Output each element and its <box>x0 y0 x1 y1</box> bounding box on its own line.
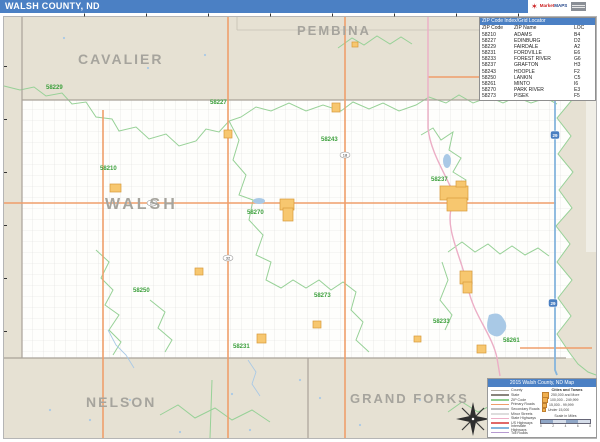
legend-city-item: Under 15,000 <box>540 407 594 412</box>
logo-burst-icon: ✶ <box>531 3 538 11</box>
logo-text-maps: MAPS <box>554 3 567 8</box>
route-18-label: 18 <box>343 153 348 158</box>
logo-text: MarketMAPS <box>540 4 568 9</box>
zip-label-58231: 58231 <box>233 344 250 350</box>
map-legend: 2015 Walsh County, ND Map County State Z… <box>487 378 597 438</box>
scale-bar: Scale in Miles 02468 <box>540 414 594 428</box>
county-label-walsh: WALSH <box>105 196 178 214</box>
zip-label-58250: 58250 <box>133 288 150 294</box>
county-label-cavalier: CAVALIER <box>78 51 163 67</box>
zip-label-58273: 58273 <box>314 293 331 299</box>
route-32-marker: 32 <box>223 255 233 261</box>
map-title-bar: WALSH COUNTY, ND <box>0 0 600 13</box>
wall-map-page: { "title": "WALSH COUNTY, ND", "brand": … <box>0 0 600 442</box>
zip-label-58270: 58270 <box>247 210 264 216</box>
zip-label-58227: 58227 <box>210 100 227 106</box>
zip-label-58233: 58233 <box>433 319 450 325</box>
legend-line-items: County State ZIP Code Primary Roads Seco… <box>488 387 540 435</box>
zip-table-row: 58273PISEKF5 <box>480 93 595 99</box>
zip-table-title: ZIP Code Index/Grid Locator <box>480 18 595 25</box>
county-label-nelson: NELSON <box>86 394 156 410</box>
interstate-29-label: 29 <box>552 133 558 138</box>
zip-code-index-table: ZIP Code Index/Grid Locator ZIP Code ZIP… <box>479 17 596 101</box>
zip-label-58210: 58210 <box>100 166 117 172</box>
scale-tick-labels: 02468 <box>540 424 591 428</box>
map-title: WALSH COUNTY, ND <box>5 1 100 11</box>
logo-text-market: Market <box>540 3 555 8</box>
legend-title: 2015 Walsh County, ND Map <box>488 379 596 387</box>
zip-label-58229: 58229 <box>46 85 63 91</box>
marketmaps-logo: ✶ MarketMAPS <box>528 0 600 13</box>
county-label-pembina: PEMBINA <box>297 23 371 38</box>
zip-label-58237: 58237 <box>431 177 448 183</box>
county-label-grand-forks: GRAND FORKS <box>350 391 469 406</box>
interstate-29-shield-south: 29 <box>549 299 558 307</box>
zip-label-58261: 58261 <box>503 338 520 344</box>
logo-badge <box>571 2 586 11</box>
interstate-29-label-south: 29 <box>550 301 556 306</box>
interstate-29-shield: 29 <box>551 131 560 139</box>
route-18-marker: 18 <box>340 152 350 158</box>
route-32-label: 32 <box>226 256 231 261</box>
zip-label-58243: 58243 <box>321 137 338 143</box>
